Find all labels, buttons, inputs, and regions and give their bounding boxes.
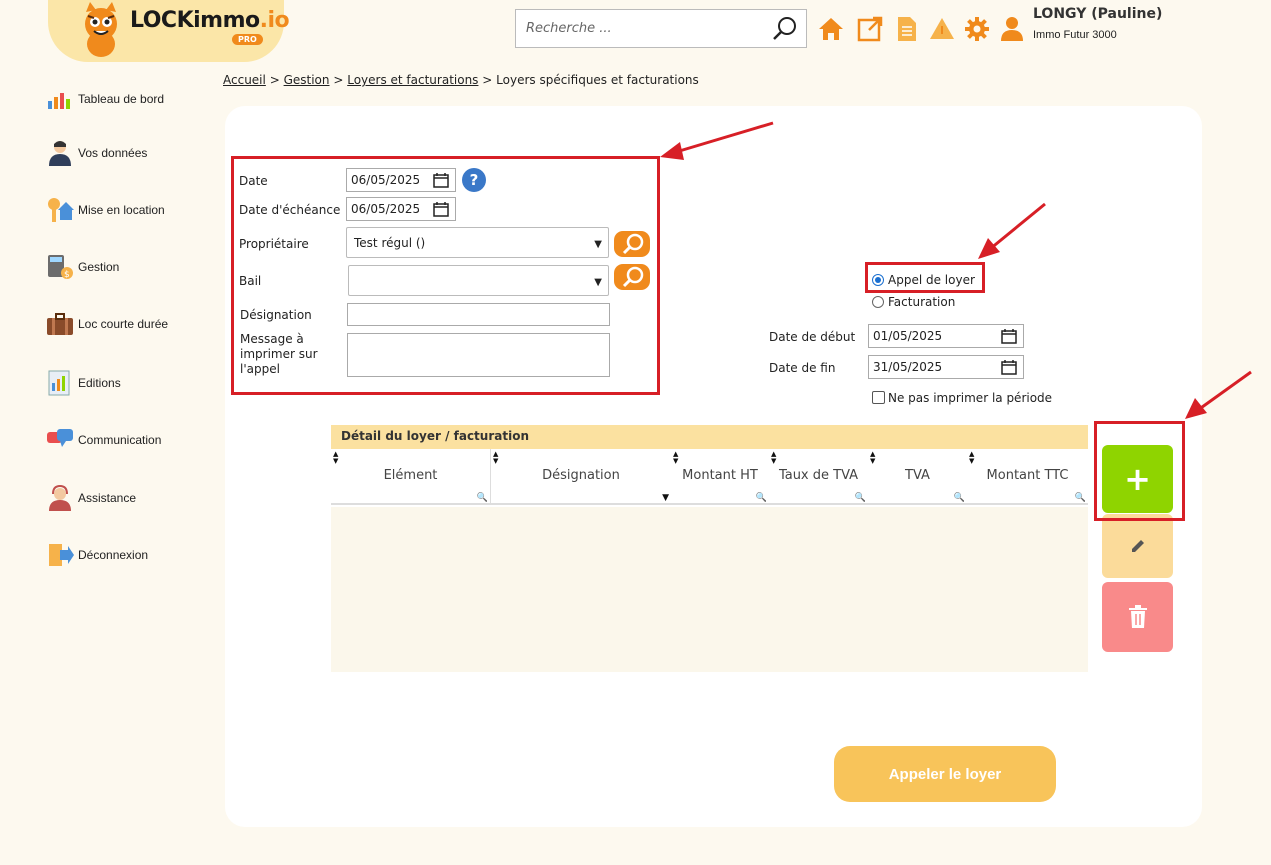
logout-icon <box>49 544 74 566</box>
call-rent-button[interactable]: Appeler le loyer <box>834 746 1056 802</box>
table-title: Détail du loyer / facturation <box>331 425 1088 449</box>
suitcase-icon <box>47 313 73 335</box>
dashboard-icon <box>48 93 70 109</box>
calculator-icon: $ <box>48 255 73 280</box>
sidebar-item-label: Vos données <box>78 146 148 160</box>
user-company: Immo Futur 3000 <box>1033 29 1117 41</box>
brand-suffix: .io <box>259 8 290 33</box>
annotation-box-add <box>1094 421 1185 521</box>
start-date-value: 01/05/2025 <box>873 329 943 343</box>
sidebar-item-data[interactable]: Vos données <box>46 138 147 168</box>
sidebar-item-communication[interactable]: Communication <box>46 425 161 455</box>
calendar-icon[interactable] <box>1001 329 1017 344</box>
sidebar-item-logout[interactable]: Déconnexion <box>46 540 148 570</box>
no-print-period-label[interactable]: Ne pas imprimer la période <box>888 391 1052 405</box>
breadcrumb-management[interactable]: Gestion <box>284 73 330 87</box>
column-label: TVA <box>905 468 930 483</box>
sidebar-item-label: Mise en location <box>78 203 165 217</box>
end-date-value: 31/05/2025 <box>873 360 943 374</box>
search-box <box>515 9 807 48</box>
column-header[interactable]: ▲ ▼ Montant HT 🔍 <box>671 449 769 505</box>
sort-icon[interactable]: ▲ ▼ <box>493 451 498 465</box>
column-header[interactable]: ▲ ▼ Désignation ▼ <box>491 449 671 505</box>
delete-line-button[interactable] <box>1102 582 1173 652</box>
brand-logo[interactable]: LOCKimmo.io PRO <box>48 0 290 62</box>
column-header[interactable]: ▲ ▼ TVA 🔍 <box>868 449 967 505</box>
external-link-icon[interactable] <box>857 16 883 42</box>
sidebar-item-label: Assistance <box>78 491 137 505</box>
column-header[interactable]: ▲ ▼ Montant TTC 🔍 <box>967 449 1088 505</box>
sidebar-item-label: Déconnexion <box>78 548 149 562</box>
no-print-period-checkbox[interactable] <box>872 391 885 404</box>
column-label: Montant HT <box>682 468 758 483</box>
trash-icon <box>1128 605 1147 628</box>
filter-search-icon[interactable]: 🔍 <box>477 494 488 503</box>
search-icon[interactable] <box>772 16 798 42</box>
home-icon[interactable] <box>818 16 844 42</box>
filter-search-icon[interactable]: 🔍 <box>855 494 866 503</box>
column-label: Taux de TVA <box>778 468 859 483</box>
sidebar-item-assistance[interactable]: Assistance <box>46 483 136 513</box>
report-icon <box>48 370 70 396</box>
start-date-field[interactable]: 01/05/2025 <box>868 324 1024 348</box>
sidebar-item-rental[interactable]: Mise en location <box>46 195 165 225</box>
filter-search-icon[interactable]: 🔍 <box>954 494 965 503</box>
pro-badge: PRO <box>232 34 263 45</box>
breadcrumb-separator: > <box>482 73 493 87</box>
sort-icon[interactable]: ▲ ▼ <box>969 451 974 465</box>
annotation-box-radio <box>865 262 985 293</box>
sidebar-item-management[interactable]: $ Gestion <box>46 252 119 282</box>
breadcrumb-home[interactable]: Accueil <box>223 73 266 87</box>
pencil-icon <box>1131 540 1144 552</box>
sort-icon[interactable]: ▲ ▼ <box>673 451 678 465</box>
sidebar-item-label: Communication <box>78 433 162 447</box>
sidebar-item-short-term[interactable]: Loc courte durée <box>46 309 168 339</box>
sort-icon[interactable]: ▲ ▼ <box>771 451 776 465</box>
user-name[interactable]: LONGY (Pauline) <box>1033 6 1162 22</box>
column-label: Montant TTC <box>986 468 1069 483</box>
filter-search-icon[interactable]: 🔍 <box>1075 494 1086 503</box>
breadcrumb-rents[interactable]: Loyers et facturations <box>347 73 478 87</box>
filter-search-icon[interactable]: 🔍 <box>756 494 767 503</box>
cat-mascot-icon <box>85 2 117 57</box>
sort-icon[interactable]: ▲ ▼ <box>870 451 875 465</box>
chat-icon <box>47 429 73 447</box>
sidebar-item-label: Editions <box>78 376 121 390</box>
brand-name: LOCKimmo <box>130 8 260 33</box>
column-label: Désignation <box>542 468 620 483</box>
start-date-label: Date de début <box>769 330 856 344</box>
sidebar-item-label: Gestion <box>78 260 120 274</box>
calendar-icon[interactable] <box>1001 360 1017 375</box>
support-icon <box>49 484 71 511</box>
search-input[interactable] <box>516 10 766 47</box>
breadcrumb: Accueil > Gestion > Loyers et facturatio… <box>223 73 699 87</box>
person-icon <box>49 141 71 166</box>
end-date-field[interactable]: 31/05/2025 <box>868 355 1024 379</box>
edit-line-button[interactable] <box>1102 514 1173 578</box>
gear-icon[interactable] <box>964 16 990 42</box>
column-header[interactable]: ▲ ▼ Elément 🔍 <box>331 449 491 505</box>
sidebar-item-dashboard[interactable]: Tableau de bord <box>46 84 164 114</box>
end-date-label: Date de fin <box>769 361 836 375</box>
column-header[interactable]: ▲ ▼ Taux de TVA 🔍 <box>769 449 868 505</box>
sidebar-item-label: Tableau de bord <box>78 92 165 106</box>
radio-invoicing[interactable] <box>872 296 884 308</box>
filter-icon[interactable]: ▼ <box>662 494 669 503</box>
sort-icon[interactable]: ▲ ▼ <box>333 451 338 465</box>
annotation-box-form <box>231 156 660 395</box>
key-house-icon <box>48 198 74 222</box>
column-label: Elément <box>383 468 438 483</box>
alert-icon[interactable] <box>929 16 955 42</box>
breadcrumb-separator: > <box>333 73 344 87</box>
table-body <box>331 507 1088 672</box>
breadcrumb-separator: > <box>269 73 280 87</box>
user-icon[interactable] <box>999 16 1025 42</box>
table-header: ▲ ▼ Elément 🔍 ▲ ▼ Désignation ▼ ▲ ▼ Montant… <box>331 449 1088 505</box>
svg-text:$: $ <box>64 270 70 280</box>
breadcrumb-current: Loyers spécifiques et facturations <box>496 73 699 87</box>
sidebar-item-label: Loc courte durée <box>78 317 169 331</box>
radio-invoicing-label[interactable]: Facturation <box>888 295 955 309</box>
document-icon[interactable] <box>894 16 920 42</box>
sidebar-item-editions[interactable]: Editions <box>46 368 121 398</box>
